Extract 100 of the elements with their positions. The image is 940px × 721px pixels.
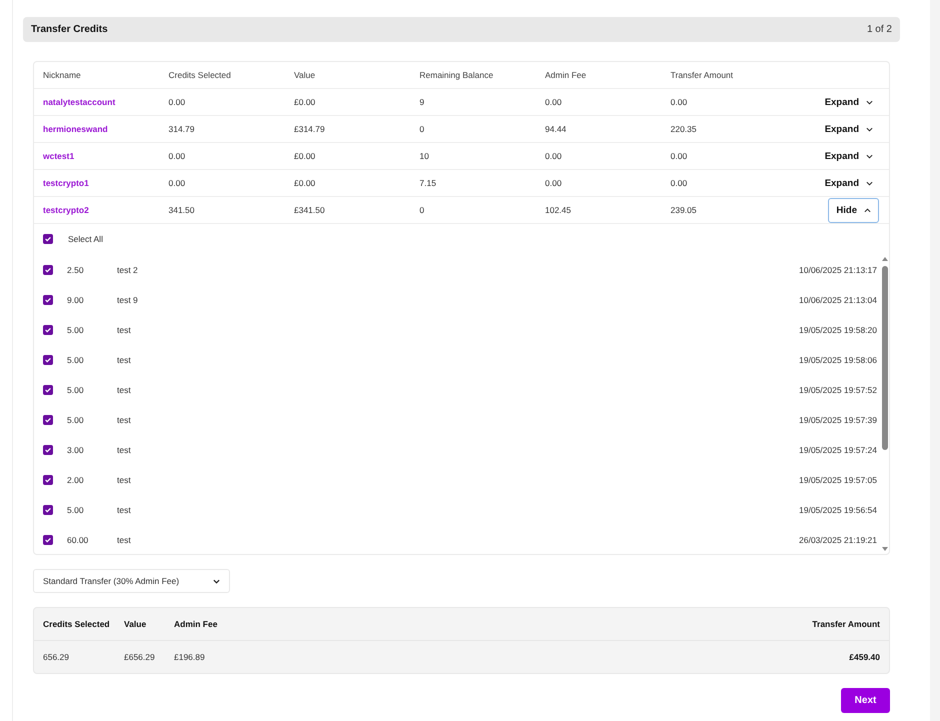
column-header: Credits Selected [168,70,232,80]
checkbox[interactable] [43,445,53,455]
credit-date: 26/03/2025 21:19:21 [799,535,878,545]
credit-note: test [117,355,132,365]
summary-value: 656.29 [43,652,70,662]
credit-amount: 5.00 [67,325,85,335]
table-cell-text: 0.00 [545,97,563,107]
chevron-down-icon [866,180,873,186]
credit-date: 19/05/2025 19:57:39 [799,415,878,425]
credit-amount: 5.00 [67,415,85,425]
credit-note: test [117,445,132,455]
table-cell-text: 0.00 [168,178,186,188]
credit-amount: 5.00 [67,505,85,515]
table-cell-text: 0.00 [545,151,563,161]
summary-header: Admin Fee [174,619,218,629]
credit-amount: 2.00 [67,475,85,485]
scroll-down-icon[interactable] [880,546,888,552]
column-header: Transfer Amount [670,70,734,80]
nickname-link[interactable]: natalytestaccount [43,97,168,107]
checkbox[interactable] [43,415,53,425]
toggle-button[interactable]: Hide [828,198,879,222]
column-header: Nickname [43,70,82,80]
credit-note: test [117,535,132,545]
checkbox[interactable] [43,475,53,485]
table-cell-text: £0.00 [294,97,316,107]
next-button[interactable]: Next [841,688,890,713]
table-cell-text: 0.00 [670,178,688,188]
table-cell-text: 0.00 [168,97,186,107]
checkbox[interactable] [43,535,53,545]
table-cell-text: 0 [420,124,426,134]
credit-note: test [117,505,132,515]
credit-note: test [117,415,132,425]
credit-date: 19/05/2025 19:58:20 [799,325,878,335]
toggle-button[interactable]: Expand [818,146,879,166]
column-header: Value [294,70,316,80]
table-cell-text: 341.50 [168,205,196,215]
toggle-button[interactable]: Expand [818,92,879,112]
table-cell-text: 0 [420,205,426,215]
checkbox[interactable] [43,265,53,275]
credit-date: 19/05/2025 19:56:54 [799,505,878,515]
nickname-link[interactable]: testcrypto2 [43,205,168,215]
table-cell-text: £0.00 [294,178,316,188]
table-cell-text: 102.45 [545,205,572,215]
column-header: Admin Fee [545,70,588,80]
table-cell-text: £0.00 [294,151,316,161]
chevron-down-icon [213,578,220,584]
credit-date: 10/06/2025 21:13:04 [799,295,878,305]
table-cell-text: 0.00 [670,97,688,107]
select-all-label: Select All [68,234,103,244]
summary-value: £459.40 [849,652,880,662]
table-cell-text: 7.15 [420,178,438,188]
table-cell-text: 0.00 [168,151,186,161]
toggle-button[interactable]: Expand [818,118,879,140]
transfer-type-dropdown[interactable]: Standard Transfer (30% Admin Fee) [33,569,230,593]
table-cell-text: 220.35 [670,124,698,134]
table-cell-text: 94.44 [545,124,568,134]
checkbox[interactable] [43,325,53,335]
table-cell-text: £314.79 [294,124,326,134]
scroll-up-icon[interactable] [880,256,888,262]
table-cell-text: 314.79 [168,124,196,134]
checkbox[interactable] [43,295,53,305]
summary-header: Transfer Amount [812,619,880,629]
toggle-button[interactable]: Expand [818,172,879,194]
chevron-down-icon [866,154,873,158]
credit-date: 19/05/2025 19:57:52 [799,385,878,395]
table-cell-text: 0.00 [545,178,563,188]
chevron-up-icon [864,208,871,212]
credit-amount: 2.50 [67,265,85,275]
nickname-link[interactable]: hermioneswand [43,124,168,134]
summary-value: £656.29 [124,652,156,662]
checkbox[interactable] [43,234,53,244]
checkbox[interactable] [43,505,53,515]
column-header: Remaining Balance [420,70,494,80]
table-cell-text: 9 [420,97,426,107]
credit-amount: 60.00 [67,535,90,545]
chevron-down-icon [866,126,873,132]
checkbox[interactable] [43,385,53,395]
table-cell-text: 239.05 [670,205,698,215]
summary-header: Value [124,619,148,629]
nickname-link[interactable]: wctest1 [43,151,168,161]
scrollbar-thumb[interactable] [882,266,888,450]
table-cell-text: 10 [420,151,430,161]
chevron-down-icon [866,100,873,104]
credit-date: 10/06/2025 21:13:17 [799,265,878,275]
page-counter: 1 of 2 [866,24,892,35]
checkbox[interactable] [43,355,53,365]
page-title: Transfer Credits [31,24,108,35]
credit-date: 19/05/2025 19:58:06 [799,355,878,365]
nickname-link[interactable]: testcrypto1 [43,178,168,188]
credit-amount: 5.00 [67,355,85,365]
credit-date: 19/05/2025 19:57:05 [799,475,878,485]
credit-note: test [117,475,132,485]
table-cell-text: 0.00 [670,151,688,161]
credit-amount: 9.00 [67,295,85,305]
table-cell-text: £341.50 [294,205,326,215]
credit-note: test 9 [117,295,139,305]
credit-note: test [117,385,132,395]
credit-amount: 3.00 [67,445,85,455]
credit-date: 19/05/2025 19:57:24 [799,445,878,455]
credit-amount: 5.00 [67,385,85,395]
